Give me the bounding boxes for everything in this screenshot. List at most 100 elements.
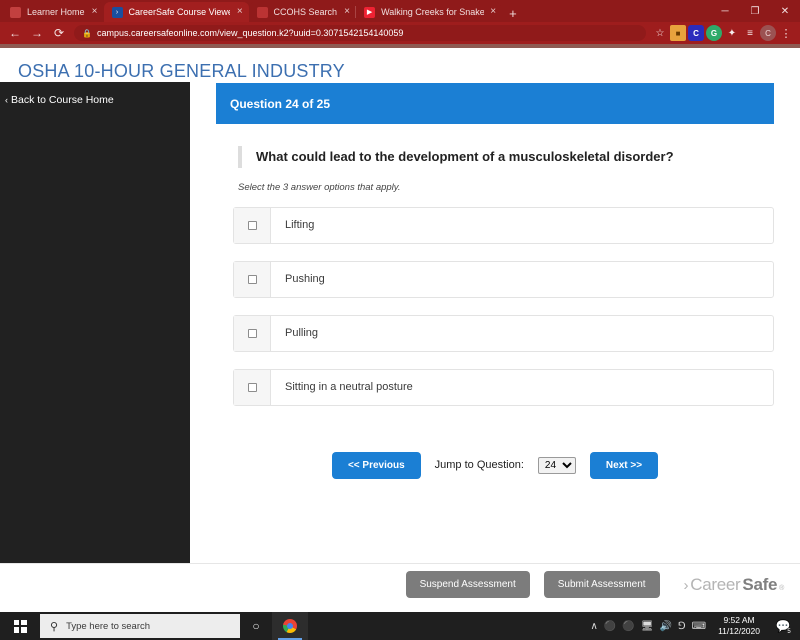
extension-lastpass-icon[interactable]: ■ [670, 25, 686, 41]
question-panel: Question 24 of 25 What could lead to the… [190, 82, 800, 563]
answer-option-pulling[interactable]: Pulling [233, 314, 774, 352]
browser-tab-careersafe-course-viewer[interactable]: › CareerSafe Course Viewer × [103, 2, 249, 22]
tray-shield-icon[interactable]: ⚫ [604, 621, 616, 632]
back-icon[interactable]: ← [4, 22, 26, 44]
answer-options-list: Lifting Pushing Pulling Sitting in a neu… [233, 206, 774, 406]
answer-option-label: Sitting in a neutral posture [285, 381, 413, 393]
tray-keyboard-icon[interactable]: ⌨ [692, 621, 706, 632]
ccohs-favicon [256, 6, 268, 18]
windows-taskbar: ⚲ Type here to search ○ ∧ ⚫ ⚫ 🖥 🔊 ⅁ ⌨ 9:… [0, 612, 800, 640]
next-button[interactable]: Next >> [589, 451, 659, 479]
profile-avatar-icon[interactable]: C [760, 25, 776, 41]
logo-bold-text: Safe [742, 574, 778, 594]
answer-option-sitting-neutral-posture[interactable]: Sitting in a neutral posture [233, 368, 774, 406]
clock-time: 9:52 AM [723, 615, 755, 626]
question-prompt: What could lead to the development of a … [256, 149, 674, 164]
extension-green-icon[interactable]: G [706, 25, 722, 41]
maximize-icon[interactable]: ❐ [740, 0, 770, 22]
tab-close-icon[interactable]: × [90, 7, 100, 17]
close-window-icon[interactable]: ✕ [770, 0, 800, 22]
submit-assessment-button[interactable]: Submit Assessment [543, 571, 660, 598]
page-content: OSHA 10-HOUR GENERAL INDUSTRY ‹ Back to … [0, 48, 800, 612]
previous-button[interactable]: << Previous [331, 451, 421, 479]
extension-blue-icon[interactable]: C [688, 25, 704, 41]
youtube-favicon: ▶ [364, 6, 376, 18]
chrome-taskbar-icon[interactable] [272, 612, 308, 640]
jump-to-question-select[interactable]: 1234567891011121314151617181920212223242… [537, 456, 576, 474]
task-view-icon[interactable]: ○ [240, 612, 272, 640]
tab-strip: Learner Home × › CareerSafe Course Viewe… [0, 0, 800, 22]
new-tab-button[interactable]: + [501, 7, 525, 22]
answer-option-label: Pushing [285, 273, 325, 285]
question-navigation: << Previous Jump to Question: 1234567891… [216, 451, 774, 479]
address-bar[interactable]: 🔒 campus.careersafeonline.com/view_quest… [74, 25, 646, 41]
question-header: Question 24 of 25 [216, 83, 774, 124]
answer-option-lifting[interactable]: Lifting [233, 206, 774, 244]
question-accent-bar [238, 146, 242, 168]
address-bar-url: campus.careersafeonline.com/view_questio… [96, 28, 404, 38]
tray-bluetooth-icon[interactable]: ⅁ [678, 621, 686, 632]
tab-close-icon[interactable]: × [342, 7, 352, 17]
checkbox-icon[interactable] [247, 274, 257, 284]
back-to-course-home-link[interactable]: ‹ Back to Course Home [0, 94, 190, 106]
search-icon: ⚲ [50, 620, 59, 633]
chrome-logo-icon [283, 619, 297, 633]
page-body: ‹ Back to Course Home Question 24 of 25 … [0, 82, 800, 563]
answer-option-label: Pulling [285, 327, 319, 339]
taskbar-search-box[interactable]: ⚲ Type here to search [40, 614, 240, 638]
window-controls: ─ ❐ ✕ [710, 0, 800, 22]
tab-close-icon[interactable]: × [489, 7, 497, 17]
tray-warning-icon[interactable]: ⚫ [622, 621, 634, 632]
tray-volume-icon[interactable]: 🔊 [659, 621, 671, 632]
omnibox-icon-group: ☆ ■ C G ✦ ≡ C ⋮ [652, 25, 796, 41]
reload-icon[interactable]: ⟳ [48, 22, 70, 44]
omnibox-toolbar: ← → ⟳ 🔒 campus.careersafeonline.com/view… [0, 22, 800, 44]
checkbox-icon[interactable] [247, 382, 257, 392]
browser-window: Learner Home × › CareerSafe Course Viewe… [0, 0, 800, 612]
page-title: OSHA 10-HOUR GENERAL INDUSTRY [18, 61, 345, 81]
action-center-icon[interactable]: 💬 5 [772, 612, 794, 640]
assessment-footer: Suspend Assessment Submit Assessment › Ca… [0, 563, 800, 605]
course-sidebar: ‹ Back to Course Home [0, 82, 190, 563]
careersafe-favicon: › [111, 6, 123, 18]
tray-network-icon[interactable]: 🖥 [641, 621, 654, 632]
browser-tab-learner-home[interactable]: Learner Home × [2, 2, 104, 22]
browser-tab-ccohs-search[interactable]: CCOHS Search × [248, 2, 357, 22]
system-tray: ∧ ⚫ ⚫ 🖥 🔊 ⅁ ⌨ 9:52 AM 11/12/2020 💬 5 [591, 612, 800, 640]
answer-option-label: Lifting [285, 219, 315, 231]
windows-logo-icon [13, 619, 27, 633]
action-center-badge: 5 [785, 628, 793, 636]
answer-checkbox-cell[interactable] [234, 207, 271, 243]
taskbar-clock[interactable]: 9:52 AM 11/12/2020 [712, 615, 766, 636]
browser-tab-walking-creeks[interactable]: ▶ Walking Creeks for Snakes in Me × [355, 2, 502, 22]
question-prompt-row: What could lead to the development of a … [238, 146, 774, 168]
tab-title: Learner Home [27, 7, 85, 17]
tab-title: CCOHS Search [273, 7, 338, 17]
answer-option-pushing[interactable]: Pushing [233, 260, 774, 298]
suspend-assessment-button[interactable]: Suspend Assessment [405, 571, 530, 598]
taskbar-search-placeholder: Type here to search [66, 620, 151, 632]
logo-trademark: ® [779, 584, 784, 592]
site-lock-icon: 🔒 [82, 28, 92, 38]
tab-title: Walking Creeks for Snakes in Me [381, 7, 485, 17]
answer-checkbox-cell[interactable] [234, 369, 271, 405]
clock-date: 11/12/2020 [718, 626, 760, 636]
forward-icon[interactable]: → [26, 22, 48, 44]
bookmark-star-icon[interactable]: ☆ [652, 25, 668, 41]
answer-checkbox-cell[interactable] [234, 315, 271, 351]
minimize-icon[interactable]: ─ [710, 0, 740, 22]
careersafe-logo: › Career Safe ® [683, 574, 785, 595]
chrome-menu-icon[interactable]: ⋮ [778, 25, 794, 41]
checkbox-icon[interactable] [247, 328, 257, 338]
extensions-puzzle-icon[interactable]: ✦ [724, 25, 740, 41]
logo-light-text: Career [690, 574, 741, 594]
tray-expand-icon[interactable]: ∧ [591, 621, 598, 632]
answer-checkbox-cell[interactable] [234, 261, 271, 297]
start-button[interactable] [0, 612, 40, 640]
logo-chevron-icon: › [683, 576, 689, 594]
checkbox-icon[interactable] [247, 220, 257, 230]
chevron-left-icon: ‹ [5, 94, 8, 105]
reading-list-icon[interactable]: ≡ [742, 25, 758, 41]
question-hint: Select the 3 answer options that apply. [238, 181, 401, 193]
tab-close-icon[interactable]: × [235, 7, 244, 17]
